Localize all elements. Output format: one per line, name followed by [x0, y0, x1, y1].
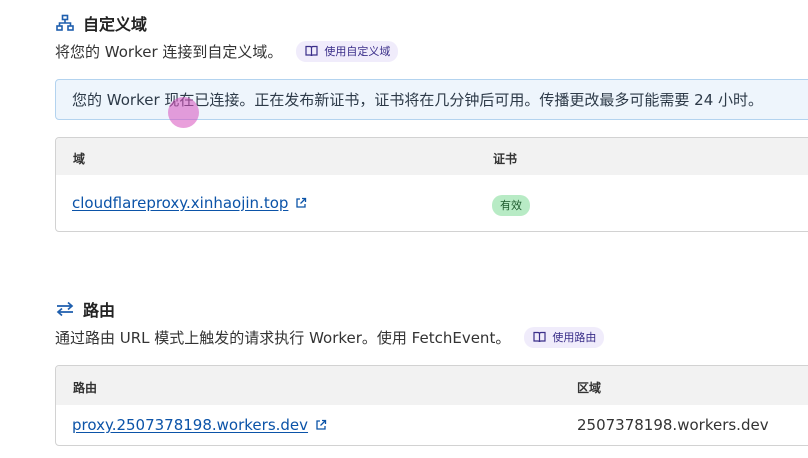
routes-docs-label: 使用路由 [552, 331, 597, 344]
route-cell: proxy.2507378198.workers.dev [72, 416, 327, 434]
domain-link[interactable]: cloudflareproxy.xinhaojin.top [72, 194, 288, 212]
custom-domains-docs-link[interactable]: 使用自定义域 [296, 41, 399, 62]
swap-arrows-icon [56, 301, 74, 317]
column-header-route: 路由 [73, 381, 98, 395]
routes-description-row: 通过路由 URL 模式上触发的请求执行 Worker。使用 FetchEvent… [55, 327, 605, 348]
table-row: proxy.2507378198.workers.dev 2507378198.… [56, 405, 808, 445]
custom-domains-docs-label: 使用自定义域 [324, 45, 391, 58]
custom-domains-table-header: 域 证书 [56, 138, 808, 175]
custom-domains-description-row: 将您的 Worker 连接到自定义域。 使用自定义域 [55, 41, 399, 62]
routes-title: 路由 [83, 301, 116, 320]
routes-table: 路由 区域 proxy.2507378198.workers.dev 25073… [55, 365, 808, 446]
routes-heading: 路由 [56, 297, 115, 321]
certificate-status-badge: 有效 [492, 195, 530, 216]
domain-cell: cloudflareproxy.xinhaojin.top [72, 194, 307, 212]
routes-docs-link[interactable]: 使用路由 [524, 327, 605, 348]
routes-description: 通过路由 URL 模式上触发的请求执行 Worker。使用 FetchEvent… [55, 329, 511, 347]
table-row: cloudflareproxy.xinhaojin.top 有效 [56, 175, 808, 231]
external-link-icon[interactable] [315, 419, 327, 431]
custom-domains-description: 将您的 Worker 连接到自定义域。 [55, 43, 283, 61]
book-icon [533, 331, 546, 343]
zone-cell: 2507378198.workers.dev [577, 416, 769, 434]
column-header-domain: 域 [73, 152, 86, 166]
custom-domains-table: 域 证书 cloudflareproxy.xinhaojin.top 有效 [55, 137, 808, 232]
sitemap-icon [56, 14, 74, 31]
custom-domains-heading: 自定义域 [56, 11, 147, 35]
column-header-certificate: 证书 [493, 152, 518, 166]
column-header-zone: 区域 [577, 381, 602, 395]
routes-table-header: 路由 区域 [56, 366, 808, 405]
book-icon [305, 45, 318, 57]
route-link[interactable]: proxy.2507378198.workers.dev [72, 416, 308, 434]
cursor-indicator [168, 97, 199, 128]
custom-domains-title: 自定义域 [83, 15, 148, 34]
external-link-icon[interactable] [295, 197, 307, 209]
